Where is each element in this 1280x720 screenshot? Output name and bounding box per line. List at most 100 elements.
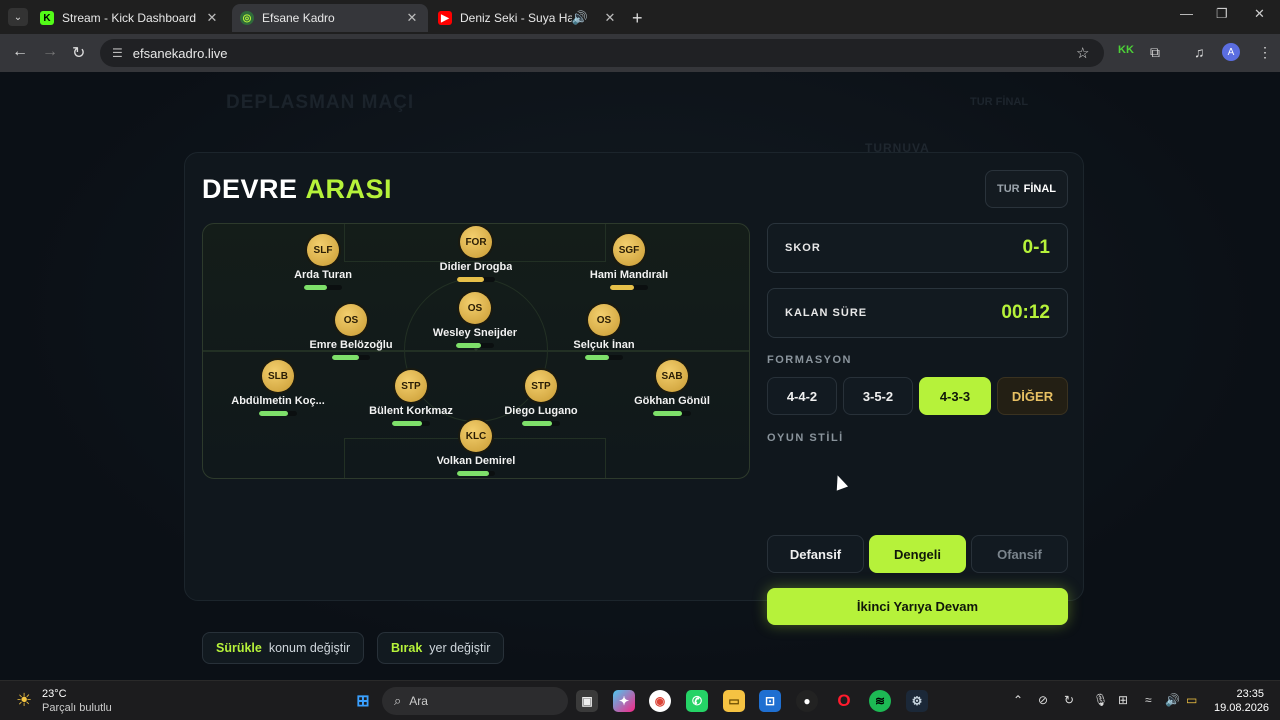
stamina-fill (457, 471, 490, 476)
audio-icon[interactable]: 🔊 (572, 10, 588, 26)
tab-title: Stream - Kick Dashboard (62, 11, 197, 25)
windows-taskbar: ☀ 23°C Parçalı bulutlu ⊞ ⌕ Ara ▣ ✦ ◉ ✆ ▭… (0, 680, 1280, 720)
taskbar-search[interactable]: ⌕ Ara (382, 687, 568, 715)
tab-title: Efsane Kadro (262, 11, 335, 25)
formation-4-3-3-button[interactable]: 4-3-3 (919, 377, 991, 415)
temperature[interactable]: 23°C (42, 688, 67, 700)
url-text: efsanekadro.live (132, 45, 228, 61)
continue-second-half-button[interactable]: İkinci Yarıya Devam (767, 588, 1068, 625)
tab-kick[interactable]: K Stream - Kick Dashboard ✕ (32, 4, 228, 32)
system-clock[interactable]: 23:35 19.08.2026 (1214, 687, 1269, 715)
whatsapp-icon[interactable]: ✆ (686, 690, 708, 712)
tab-efsane-kadro[interactable]: ◎ Efsane Kadro ✕ (232, 4, 428, 32)
media-control-icon[interactable]: ♫ (1194, 44, 1205, 60)
hint-desc: yer değiştir (429, 641, 491, 655)
player-card[interactable]: STP Diego Lugano (481, 370, 601, 426)
player-card[interactable]: KLC Volkan Demirel (416, 420, 536, 476)
player-card[interactable]: OS Wesley Sneijder (415, 292, 535, 348)
time-value: 00:12 (1001, 302, 1050, 323)
site-info-icon[interactable]: ☰ (112, 46, 123, 60)
reload-icon[interactable]: ↻ (72, 43, 85, 63)
player-position-badge: STP (525, 370, 557, 402)
player-name: Arda Turan (294, 269, 352, 281)
tab-strip: ⌄ K Stream - Kick Dashboard ✕ ◎ Efsane K… (0, 0, 1280, 34)
player-position-badge: OS (459, 292, 491, 324)
clock-time: 23:35 (1236, 688, 1264, 700)
back-icon[interactable]: ← (12, 43, 28, 61)
window-close-icon[interactable]: ✕ (1254, 6, 1265, 22)
tray-mic-icon[interactable]: 🎙 (1093, 693, 1108, 707)
new-tab-icon[interactable]: + (632, 8, 643, 29)
kick-extension-icon[interactable]: KK (1118, 44, 1134, 56)
player-card[interactable]: STP Bülent Korkmaz (351, 370, 471, 426)
player-card[interactable]: FOR Didier Drogba (416, 226, 536, 282)
spotify-icon[interactable]: ≋ (869, 690, 891, 712)
menu-kebab-icon[interactable]: ⋮ (1258, 44, 1272, 61)
volume-icon[interactable]: 🔊 (1165, 693, 1180, 707)
player-position-badge: STP (395, 370, 427, 402)
player-card[interactable]: SLB Abdülmetin Koç... (218, 360, 338, 416)
player-card[interactable]: SGF Hami Mandıralı (569, 234, 689, 290)
style-offensive-button[interactable]: Ofansif (971, 535, 1068, 573)
score-panel: SKOR 0-1 (767, 223, 1068, 273)
halftime-modal: DEVRE ARASI TUR FİNAL FOR Didier Drogba SLF… (184, 152, 1084, 664)
formation-label: FORMASYON (767, 354, 852, 366)
github-desktop-icon[interactable]: ● (796, 690, 818, 712)
player-card[interactable]: SLF Arda Turan (263, 234, 383, 290)
search-placeholder: Ara (409, 694, 428, 708)
bookmark-star-icon[interactable]: ☆ (1076, 44, 1089, 62)
weather-icon[interactable]: ☀ (16, 690, 32, 711)
title-part-1: DEVRE (202, 174, 298, 204)
weather-condition[interactable]: Parçalı bulutlu (42, 702, 112, 714)
restore-icon[interactable]: ❐ (1216, 6, 1228, 22)
tur-label: TUR (997, 183, 1020, 195)
football-pitch: FOR Didier Drogba SLF Arda Turan SGF Hami Man… (202, 223, 750, 479)
stamina-fill (653, 411, 682, 416)
file-explorer-icon[interactable]: ▭ (723, 690, 745, 712)
style-balanced-button[interactable]: Dengeli (869, 535, 966, 573)
style-defensive-button[interactable]: Defansif (767, 535, 864, 573)
player-name: Wesley Sneijder (432, 327, 518, 339)
close-icon[interactable]: ✕ (602, 10, 618, 26)
tab-search-icon[interactable]: ⌄ (8, 8, 28, 26)
chrome-icon[interactable]: ◉ (649, 690, 671, 712)
player-position-badge: FOR (460, 226, 492, 258)
score-value: 0-1 (1022, 237, 1050, 258)
minimize-icon[interactable]: — (1180, 6, 1193, 21)
forward-icon[interactable]: → (42, 43, 58, 61)
formation-other-button[interactable]: DİĞER (997, 377, 1068, 415)
store-icon[interactable]: ⊡ (759, 690, 781, 712)
tur-badge: TUR FİNAL (985, 170, 1068, 208)
tray-sync-icon[interactable]: ↻ (1064, 693, 1074, 707)
opera-icon[interactable]: O (833, 690, 855, 712)
profile-avatar[interactable]: A (1222, 43, 1240, 61)
start-icon[interactable]: ⊞ (352, 690, 374, 712)
close-icon[interactable]: ✕ (404, 10, 420, 26)
search-icon: ⌕ (394, 693, 402, 708)
wifi-icon[interactable]: ≈ (1145, 693, 1152, 707)
task-view-icon[interactable]: ▣ (576, 690, 598, 712)
close-icon[interactable]: ✕ (204, 10, 220, 26)
browser-toolbar: ← → ↻ ☰ efsanekadro.live ☆ KK ⧉ ♫ A ⋮ (0, 34, 1280, 72)
youtube-icon: ▶ (438, 11, 452, 25)
kick-icon: K (40, 11, 54, 25)
formation-3-5-2-button[interactable]: 3-5-2 (843, 377, 913, 415)
page-content: DEPLASMAN MAÇI TUR FİNAL TURNUVA DEVRE AR… (0, 72, 1280, 680)
player-card[interactable]: OS Selçuk İnan (544, 304, 664, 360)
tab-youtube[interactable]: ▶ Deniz Seki - Suya Hapsettim 🔊 ✕ (430, 4, 626, 32)
address-bar[interactable]: ☰ efsanekadro.live (100, 39, 1104, 67)
hint-key: Bırak (391, 641, 423, 655)
player-card[interactable]: SAB Gökhan Gönül (612, 360, 732, 416)
battery-icon[interactable]: ▭ (1186, 693, 1197, 707)
tray-device-icon[interactable]: ⊞ (1118, 693, 1128, 707)
player-name: Selçuk İnan (573, 339, 635, 351)
formation-4-4-2-button[interactable]: 4-4-2 (767, 377, 837, 415)
steam-icon[interactable]: ⚙ (906, 690, 928, 712)
copilot-icon[interactable]: ✦ (613, 690, 635, 712)
tray-chevron-icon[interactable]: ⌃ (1013, 693, 1023, 707)
player-card[interactable]: OS Emre Belözoğlu (291, 304, 411, 360)
tray-network-off-icon[interactable]: ⊘ (1038, 693, 1048, 707)
extensions-icon[interactable]: ⧉ (1150, 44, 1160, 61)
stamina-fill (456, 343, 481, 348)
stamina-fill (457, 277, 485, 282)
